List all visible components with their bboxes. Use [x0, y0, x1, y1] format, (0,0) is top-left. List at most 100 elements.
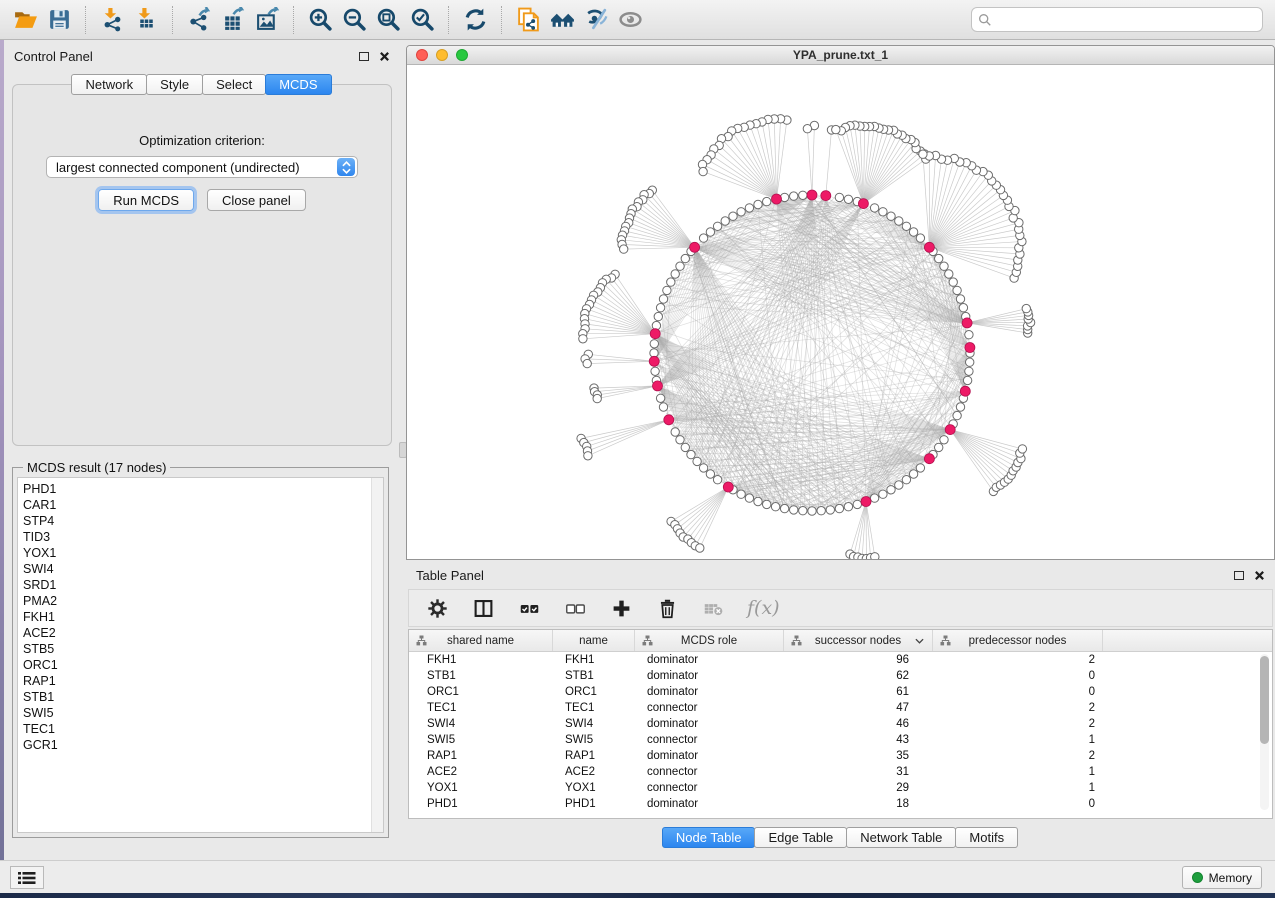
table-cell: TEC1 — [553, 700, 635, 716]
mcds-result-item[interactable]: PMA2 — [23, 593, 383, 609]
column-header-predecessor-nodes[interactable]: predecessor nodes — [933, 630, 1103, 651]
table-row[interactable]: PHD1PHD1dominator180 — [409, 796, 1272, 812]
table-row[interactable]: RAP1RAP1dominator352 — [409, 748, 1272, 764]
mcds-result-item[interactable]: FKH1 — [23, 609, 383, 625]
table-cell: dominator — [635, 716, 784, 732]
column-header-successor-nodes[interactable]: successor nodes — [784, 630, 933, 651]
clone-network-icon[interactable] — [511, 4, 545, 36]
mcds-result-item[interactable]: ORC1 — [23, 657, 383, 673]
hide-graphics-details-icon[interactable] — [579, 4, 613, 36]
run-mcds-button[interactable]: Run MCDS — [98, 189, 194, 211]
add-column-icon[interactable] — [609, 596, 633, 620]
refresh-icon[interactable] — [458, 4, 492, 36]
zoom-in-icon[interactable] — [303, 4, 337, 36]
mcds-result-item[interactable]: CAR1 — [23, 497, 383, 513]
table-cell: dominator — [635, 796, 784, 812]
table-row[interactable]: FKH1FKH1dominator962 — [409, 652, 1272, 668]
tab-network[interactable]: Network — [71, 74, 147, 95]
mcds-result-item[interactable]: TID3 — [23, 529, 383, 545]
table-scrollbar-thumb[interactable] — [1260, 656, 1269, 744]
table-cell: SWI5 — [409, 732, 553, 748]
search-box[interactable] — [971, 7, 1263, 32]
delete-column-icon[interactable] — [655, 596, 679, 620]
close-table-panel-icon[interactable] — [1254, 570, 1265, 581]
function-builder-icon[interactable]: f(x) — [747, 597, 780, 619]
tab-node-table[interactable]: Node Table — [662, 827, 756, 848]
zoom-selected-icon[interactable] — [405, 4, 439, 36]
mcds-result-item[interactable]: TEC1 — [23, 721, 383, 737]
mcds-result-item[interactable]: STP4 — [23, 513, 383, 529]
mcds-result-item[interactable]: GCR1 — [23, 737, 383, 753]
column-header-filler — [1103, 630, 1272, 651]
table-row[interactable]: ORC1ORC1dominator610 — [409, 684, 1272, 700]
mcds-result-item[interactable]: SRD1 — [23, 577, 383, 593]
mcds-result-scrollbar[interactable] — [371, 478, 383, 832]
float-panel-icon[interactable] — [359, 52, 369, 61]
select-all-rows-icon[interactable] — [517, 596, 541, 620]
column-header-mcds-role[interactable]: MCDS role — [635, 630, 784, 651]
table-cell: FKH1 — [409, 652, 553, 668]
export-image-icon[interactable] — [250, 4, 284, 36]
tab-mcds[interactable]: MCDS — [265, 74, 331, 95]
table-cell: connector — [635, 764, 784, 780]
table-cell: PHD1 — [553, 796, 635, 812]
toolbar-separator — [501, 6, 502, 34]
mcds-result-item[interactable]: SWI4 — [23, 561, 383, 577]
table-cell — [1103, 684, 1272, 700]
search-icon — [978, 13, 992, 27]
mcds-result-item[interactable]: SWI5 — [23, 705, 383, 721]
mcds-result-item[interactable]: STB1 — [23, 689, 383, 705]
table-cell: 1 — [933, 780, 1103, 796]
save-session-icon[interactable] — [42, 4, 76, 36]
mcds-result-item[interactable]: STB5 — [23, 641, 383, 657]
tab-motifs[interactable]: Motifs — [955, 827, 1018, 848]
tab-network-table[interactable]: Network Table — [846, 827, 956, 848]
table-row[interactable]: YOX1YOX1connector291 — [409, 780, 1272, 796]
mcds-result-item[interactable]: ACE2 — [23, 625, 383, 641]
mcds-result-item[interactable]: RAP1 — [23, 673, 383, 689]
zoom-fit-icon[interactable] — [371, 4, 405, 36]
tab-style[interactable]: Style — [146, 74, 203, 95]
tab-select[interactable]: Select — [202, 74, 266, 95]
table-row[interactable]: STB1STB1dominator620 — [409, 668, 1272, 684]
network-graph[interactable] — [407, 65, 1274, 559]
deselect-all-rows-icon[interactable] — [563, 596, 587, 620]
open-session-icon[interactable] — [8, 4, 42, 36]
delete-table-icon[interactable] — [701, 596, 725, 620]
mcds-result-list[interactable]: PHD1CAR1STP4TID3YOX1SWI4SRD1PMA2FKH1ACE2… — [17, 477, 384, 833]
close-panel-icon[interactable] — [379, 51, 390, 62]
task-history-button[interactable] — [10, 866, 44, 889]
table-scrollbar[interactable] — [1260, 654, 1269, 810]
criterion-select[interactable]: largest connected component (undirected) — [46, 156, 358, 178]
zoom-out-icon[interactable] — [337, 4, 371, 36]
close-panel-button[interactable]: Close panel — [207, 189, 306, 211]
table-settings-icon[interactable] — [425, 596, 449, 620]
show-columns-icon[interactable] — [471, 596, 495, 620]
column-header-shared-name[interactable]: shared name — [409, 630, 553, 651]
table-row[interactable]: TEC1TEC1connector472 — [409, 700, 1272, 716]
column-label: shared name — [447, 635, 514, 647]
column-header-name[interactable]: name — [553, 630, 635, 651]
import-network-icon[interactable] — [95, 4, 129, 36]
column-type-icon — [642, 635, 653, 646]
mcds-result-item[interactable]: YOX1 — [23, 545, 383, 561]
network-overview-icon[interactable] — [545, 4, 579, 36]
search-input[interactable] — [992, 13, 1256, 27]
table-toolbar: f(x) — [408, 589, 1273, 627]
table-cell: 18 — [784, 796, 933, 812]
network-window-titlebar[interactable]: YPA_prune.txt_1 — [407, 46, 1274, 65]
table-cell — [1103, 732, 1272, 748]
tab-edge-table[interactable]: Edge Table — [754, 827, 847, 848]
memory-button[interactable]: Memory — [1182, 866, 1262, 889]
float-table-panel-icon[interactable] — [1234, 571, 1244, 580]
show-graphics-details-icon[interactable] — [613, 4, 647, 36]
table-row[interactable]: ACE2ACE2connector311 — [409, 764, 1272, 780]
table-row[interactable]: SWI4SWI4dominator462 — [409, 716, 1272, 732]
import-table-icon[interactable] — [129, 4, 163, 36]
export-network-icon[interactable] — [182, 4, 216, 36]
table-cell: dominator — [635, 684, 784, 700]
mcds-result-item[interactable]: PHD1 — [23, 481, 383, 497]
table-cell: 0 — [933, 668, 1103, 684]
table-row[interactable]: SWI5SWI5connector431 — [409, 732, 1272, 748]
export-table-icon[interactable] — [216, 4, 250, 36]
